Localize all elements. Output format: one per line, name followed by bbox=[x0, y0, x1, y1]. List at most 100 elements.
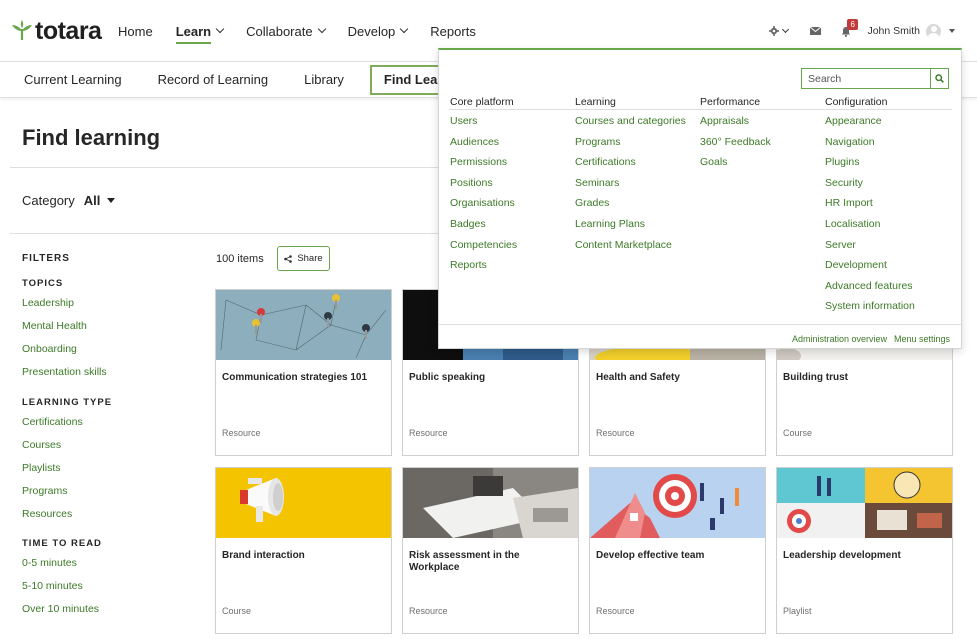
card-type: Course bbox=[783, 428, 813, 438]
nav-home[interactable]: Home bbox=[118, 0, 153, 62]
admin-search-input[interactable] bbox=[802, 69, 930, 88]
admin-link-audiences[interactable]: Audiences bbox=[450, 136, 499, 148]
card-title: Develop effective team bbox=[596, 550, 705, 561]
caret-down-icon bbox=[949, 29, 955, 33]
topics-heading: TOPICS bbox=[22, 278, 64, 289]
admin-overview-link[interactable]: Administration overview bbox=[792, 334, 887, 344]
card-title: Building trust bbox=[783, 372, 848, 383]
notification-count-badge: 6 bbox=[847, 18, 858, 30]
nav-develop-label: Develop bbox=[347, 23, 396, 39]
filter-type-resources[interactable]: Resources bbox=[22, 508, 72, 520]
card-type: Resource bbox=[596, 606, 635, 616]
learning-card[interactable]: Brand interaction Course bbox=[215, 467, 392, 634]
admin-link-development[interactable]: Development bbox=[825, 259, 887, 271]
category-selector[interactable]: Category All bbox=[22, 193, 116, 208]
chevron-down-icon bbox=[400, 24, 409, 34]
admin-link-system-information[interactable]: System information bbox=[825, 300, 915, 312]
tab-library[interactable]: Library bbox=[292, 65, 356, 95]
learning-card[interactable]: Leadership development Playlist bbox=[776, 467, 953, 634]
admin-link-competencies[interactable]: Competencies bbox=[450, 239, 517, 251]
admin-link-localisation[interactable]: Localisation bbox=[825, 218, 880, 230]
card-image-target bbox=[590, 468, 765, 538]
admin-search-button[interactable] bbox=[930, 69, 948, 88]
filter-time-over-10[interactable]: Over 10 minutes bbox=[22, 603, 99, 615]
card-image-leadership-collage bbox=[777, 468, 952, 538]
tab-current-learning-label: Current Learning bbox=[24, 72, 122, 87]
admin-link-security[interactable]: Security bbox=[825, 177, 863, 189]
card-title: Leadership development bbox=[783, 550, 901, 561]
filter-type-courses[interactable]: Courses bbox=[22, 439, 61, 451]
totara-logo[interactable]: totara bbox=[11, 17, 102, 45]
chevron-down-icon bbox=[215, 24, 225, 34]
learning-card[interactable]: Communication strategies 101 Resource bbox=[215, 289, 392, 456]
divider bbox=[439, 324, 961, 325]
admin-link-navigation[interactable]: Navigation bbox=[825, 136, 875, 148]
admin-link-learning-plans[interactable]: Learning Plans bbox=[575, 218, 645, 230]
admin-link-goals[interactable]: Goals bbox=[700, 156, 727, 168]
filter-topic-presentation-skills[interactable]: Presentation skills bbox=[22, 366, 107, 378]
filter-time-0-5[interactable]: 0-5 minutes bbox=[22, 557, 77, 569]
caret-down-icon bbox=[107, 198, 116, 203]
search-icon bbox=[935, 74, 944, 83]
notifications-button[interactable]: 6 bbox=[841, 18, 858, 37]
nav-collaborate[interactable]: Collaborate bbox=[246, 0, 326, 62]
admin-link-360-feedback[interactable]: 360° Feedback bbox=[700, 136, 771, 148]
admin-link-grades[interactable]: Grades bbox=[575, 197, 609, 209]
filter-topic-leadership[interactable]: Leadership bbox=[22, 297, 74, 309]
filter-type-programs[interactable]: Programs bbox=[22, 485, 68, 497]
admin-link-organisations[interactable]: Organisations bbox=[450, 197, 515, 209]
category-label: Category bbox=[22, 193, 75, 208]
filter-time-5-10[interactable]: 5-10 minutes bbox=[22, 580, 83, 592]
card-image-network-pins bbox=[216, 290, 391, 360]
share-label: Share bbox=[297, 253, 323, 264]
chevron-down-icon bbox=[782, 25, 790, 33]
col-heading-learning: Learning bbox=[575, 96, 616, 108]
admin-link-reports[interactable]: Reports bbox=[450, 259, 487, 271]
admin-link-appearance[interactable]: Appearance bbox=[825, 115, 882, 127]
admin-link-courses-categories[interactable]: Courses and categories bbox=[575, 115, 686, 127]
share-button[interactable]: Share bbox=[277, 246, 330, 271]
nav-reports-label: Reports bbox=[430, 23, 476, 39]
filter-type-certifications[interactable]: Certifications bbox=[22, 416, 83, 428]
admin-link-server[interactable]: Server bbox=[825, 239, 856, 251]
gear-icon bbox=[769, 26, 780, 36]
admin-link-hr-import[interactable]: HR Import bbox=[825, 197, 873, 209]
nav-learn[interactable]: Learn bbox=[175, 0, 225, 62]
col-heading-performance: Performance bbox=[700, 96, 761, 108]
admin-link-seminars[interactable]: Seminars bbox=[575, 177, 619, 189]
filter-topic-mental-health[interactable]: Mental Health bbox=[22, 320, 87, 332]
admin-link-certifications[interactable]: Certifications bbox=[575, 156, 636, 168]
admin-link-permissions[interactable]: Permissions bbox=[450, 156, 507, 168]
user-menu[interactable]: John Smith bbox=[867, 23, 955, 39]
card-title: Risk assessment in the Workplace bbox=[409, 550, 520, 573]
tab-library-label: Library bbox=[304, 72, 344, 87]
admin-link-advanced-features[interactable]: Advanced features bbox=[825, 280, 913, 292]
learning-card[interactable]: Develop effective team Resource bbox=[589, 467, 766, 634]
tab-record-of-learning[interactable]: Record of Learning bbox=[146, 65, 281, 95]
admin-link-plugins[interactable]: Plugins bbox=[825, 156, 859, 168]
admin-link-users[interactable]: Users bbox=[450, 115, 477, 127]
nav-collaborate-label: Collaborate bbox=[246, 23, 313, 39]
filters-heading: FILTERS bbox=[22, 253, 70, 264]
card-title: Health and Safety bbox=[596, 372, 680, 383]
filter-topic-onboarding[interactable]: Onboarding bbox=[22, 343, 77, 355]
admin-link-programs[interactable]: Programs bbox=[575, 136, 621, 148]
admin-link-appraisals[interactable]: Appraisals bbox=[700, 115, 749, 127]
filter-type-playlists[interactable]: Playlists bbox=[22, 462, 61, 474]
nav-develop[interactable]: Develop bbox=[347, 0, 409, 62]
divider bbox=[10, 167, 440, 168]
card-title: Communication strategies 101 bbox=[222, 372, 368, 383]
chevron-down-icon bbox=[317, 24, 326, 34]
card-type: Resource bbox=[222, 428, 261, 438]
admin-menu-toggle[interactable] bbox=[769, 25, 790, 36]
card-type: Course bbox=[222, 606, 252, 616]
admin-link-content-marketplace[interactable]: Content Marketplace bbox=[575, 239, 672, 251]
admin-link-badges[interactable]: Badges bbox=[450, 218, 486, 230]
tab-current-learning[interactable]: Current Learning bbox=[12, 65, 134, 95]
items-count: 100 items bbox=[216, 253, 264, 265]
messages-button[interactable] bbox=[810, 27, 822, 35]
admin-link-positions[interactable]: Positions bbox=[450, 177, 493, 189]
card-title: Public speaking bbox=[409, 372, 486, 383]
menu-settings-link[interactable]: Menu settings bbox=[894, 334, 950, 344]
learning-card[interactable]: Risk assessment in the Workplace Resourc… bbox=[402, 467, 579, 634]
